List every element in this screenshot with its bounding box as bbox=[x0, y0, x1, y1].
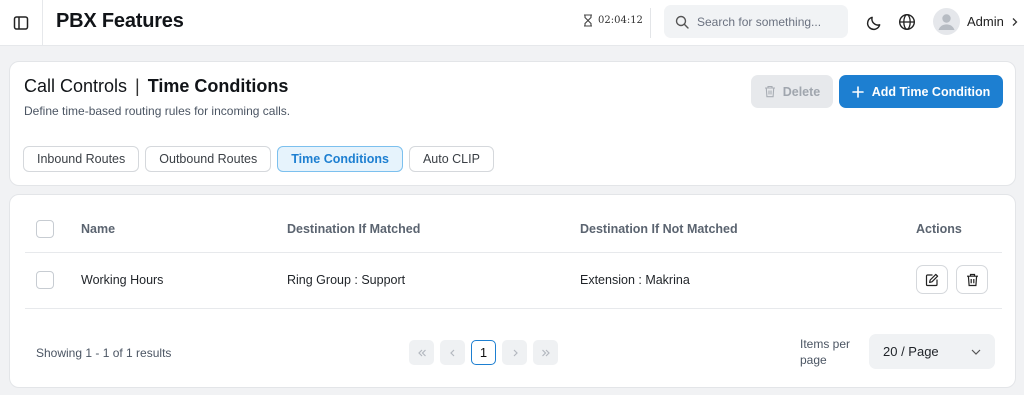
moon-icon bbox=[866, 16, 880, 30]
edit-icon bbox=[925, 273, 939, 286]
header-divider bbox=[25, 252, 1002, 253]
avatar bbox=[933, 8, 960, 35]
cell-name: Working Hours bbox=[81, 273, 164, 287]
next-page-button[interactable] bbox=[502, 340, 527, 365]
breadcrumb-separator: | bbox=[135, 76, 140, 96]
sidebar-toggle-button[interactable] bbox=[0, 0, 43, 46]
page-number-button[interactable]: 1 bbox=[471, 340, 496, 365]
column-header-actions: Actions bbox=[916, 222, 962, 236]
double-chevron-right-icon bbox=[541, 349, 550, 356]
top-bar: PBX Features 02:04:12 Search for somethi… bbox=[0, 0, 1024, 46]
select-all-checkbox[interactable] bbox=[36, 220, 54, 238]
tab-outbound-routes[interactable]: Outbound Routes bbox=[145, 146, 272, 172]
row-checkbox[interactable] bbox=[36, 271, 54, 289]
sidebar-toggle-icon bbox=[13, 16, 29, 30]
theme-toggle-button[interactable] bbox=[863, 11, 885, 33]
feature-tabs: Inbound Routes Outbound Routes Time Cond… bbox=[23, 146, 494, 172]
session-timer: 02:04:12 bbox=[583, 14, 643, 27]
language-button[interactable] bbox=[896, 11, 918, 33]
page-size-value: 20 / Page bbox=[883, 344, 939, 359]
results-summary: Showing 1 - 1 of 1 results bbox=[36, 346, 172, 360]
tab-inbound-routes[interactable]: Inbound Routes bbox=[23, 146, 140, 172]
breadcrumb-current: Time Conditions bbox=[147, 76, 289, 96]
divider bbox=[650, 8, 651, 38]
trash-icon bbox=[966, 273, 978, 286]
page-header-card: Call Controls | Time Conditions Define t… bbox=[9, 61, 1016, 186]
chevron-right-icon bbox=[1012, 17, 1018, 26]
double-chevron-left-icon bbox=[417, 349, 426, 356]
user-icon bbox=[938, 14, 955, 30]
time-conditions-table-card: Name Destination If Matched Destination … bbox=[9, 194, 1016, 388]
add-button-label: Add Time Condition bbox=[871, 84, 991, 99]
items-per-page-label: Items per page bbox=[800, 337, 851, 367]
add-time-condition-button[interactable]: Add Time Condition bbox=[839, 75, 1003, 108]
search-input[interactable] bbox=[697, 14, 837, 29]
search-icon bbox=[675, 15, 689, 29]
cell-matched: Ring Group : Support bbox=[287, 273, 406, 287]
plus-icon bbox=[851, 85, 864, 98]
pagination: 1 bbox=[409, 340, 558, 365]
user-menu[interactable]: Admin bbox=[933, 8, 1019, 35]
delete-button[interactable]: Delete bbox=[751, 75, 833, 108]
page-subtitle: Define time-based routing rules for inco… bbox=[24, 104, 291, 118]
clock-text: 02:04:12 bbox=[598, 15, 643, 26]
cell-not-matched: Extension : Makrina bbox=[580, 273, 690, 287]
page-title: PBX Features bbox=[56, 10, 184, 32]
row-divider bbox=[25, 308, 1002, 309]
edit-button[interactable] bbox=[916, 265, 948, 294]
first-page-button[interactable] bbox=[409, 340, 434, 365]
tab-auto-clip[interactable]: Auto CLIP bbox=[408, 146, 494, 172]
trash-icon bbox=[764, 85, 775, 98]
row-delete-button[interactable] bbox=[956, 265, 988, 294]
page-size-select[interactable]: 20 / Page bbox=[869, 334, 995, 369]
search-box[interactable] bbox=[664, 5, 848, 38]
delete-button-label: Delete bbox=[782, 84, 821, 99]
column-header-not-matched: Destination If Not Matched bbox=[580, 222, 738, 236]
column-header-matched: Destination If Matched bbox=[287, 222, 421, 236]
last-page-button[interactable] bbox=[533, 340, 558, 365]
chevron-down-icon bbox=[971, 349, 981, 355]
hourglass-icon bbox=[584, 14, 592, 27]
globe-icon bbox=[898, 13, 916, 31]
breadcrumb-parent: Call Controls bbox=[24, 76, 128, 96]
tab-time-conditions[interactable]: Time Conditions bbox=[277, 146, 403, 172]
prev-page-button[interactable] bbox=[440, 340, 465, 365]
chevron-right-icon bbox=[513, 349, 518, 356]
chevron-left-icon bbox=[449, 349, 454, 356]
user-name: Admin bbox=[967, 14, 1004, 29]
breadcrumb: Call Controls | Time Conditions bbox=[24, 76, 288, 97]
column-header-name: Name bbox=[81, 222, 116, 236]
